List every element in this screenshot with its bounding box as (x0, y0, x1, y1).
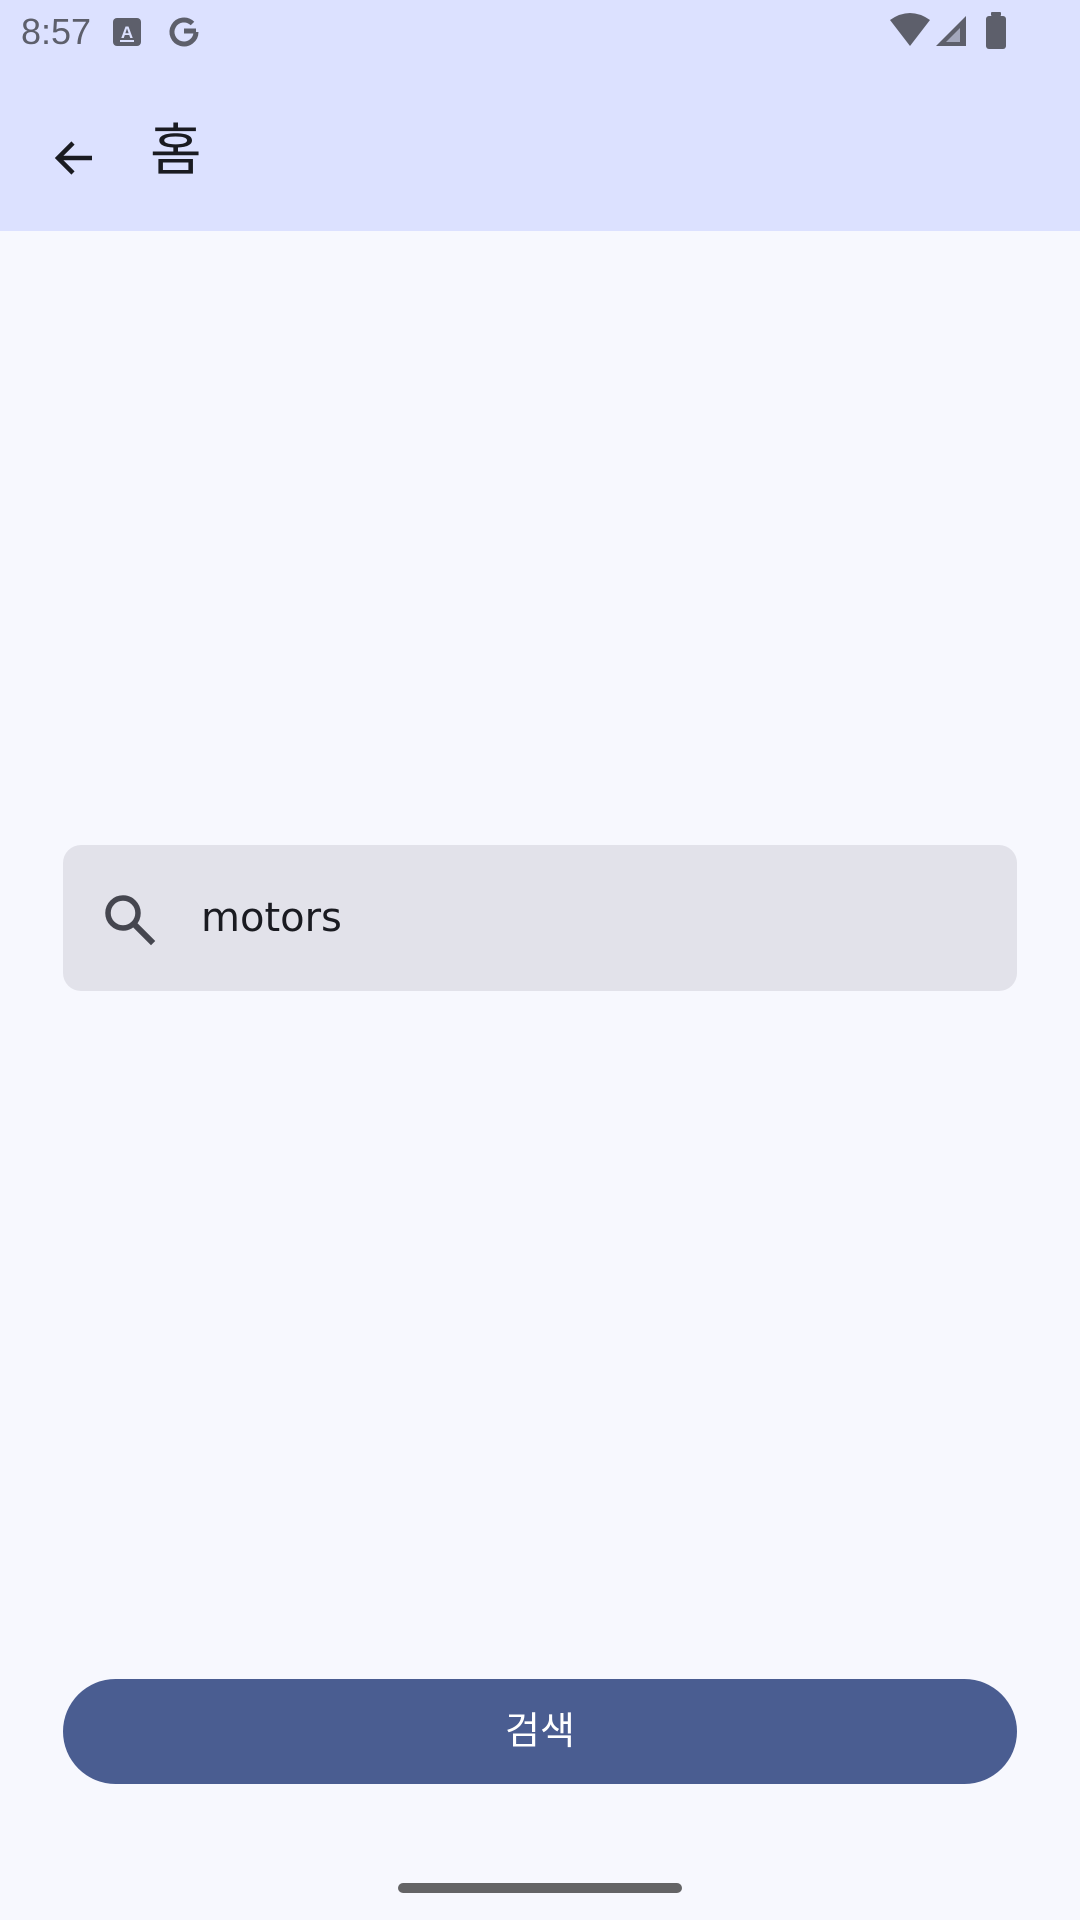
search-icon (105, 895, 156, 946)
status-time: 8:57 (21, 11, 92, 52)
font-app-icon: A (113, 18, 141, 46)
battery-icon (986, 12, 1006, 49)
search-field[interactable] (63, 845, 1017, 991)
back-button[interactable] (30, 114, 118, 202)
home-indicator[interactable] (398, 1883, 682, 1893)
wifi-icon (890, 13, 930, 46)
cell-signal-icon (936, 16, 966, 46)
search-button[interactable]: 검색 (63, 1679, 1017, 1784)
search-input[interactable] (201, 881, 981, 955)
page-title: 홈 (150, 119, 202, 184)
status-bar: 8:57 A (0, 0, 1080, 64)
google-icon (169, 17, 199, 47)
arrow-back-icon (54, 141, 92, 175)
svg-text:A: A (121, 23, 133, 42)
app-bar: 홈 (0, 64, 1080, 231)
